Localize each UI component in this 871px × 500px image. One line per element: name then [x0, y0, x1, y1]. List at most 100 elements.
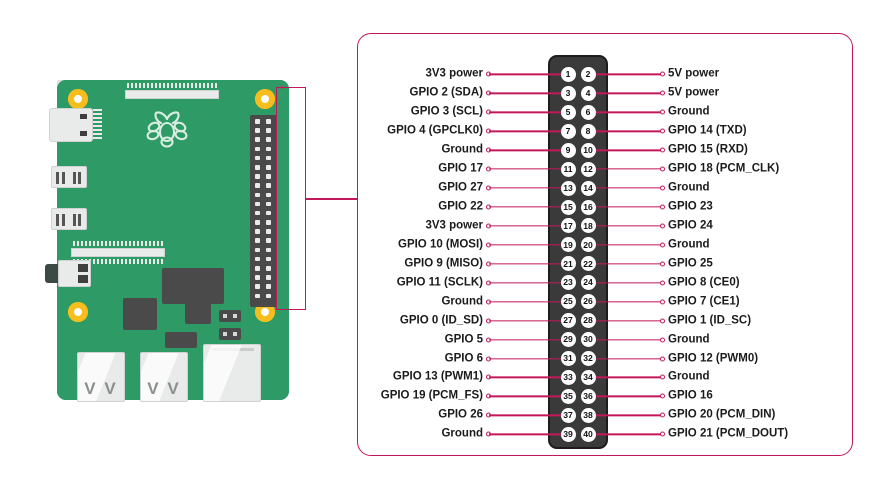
- pin-label-right: GPIO 18 (PCM_CLK): [668, 162, 780, 175]
- pin-number-pair: 27 28: [548, 311, 608, 330]
- pin-number-pair: 25 26: [548, 292, 608, 311]
- board-gpio-pad: [255, 293, 260, 299]
- pin-label-right: GPIO 1 (ID_SC): [668, 313, 752, 326]
- pin-number-badge-right: 4: [580, 85, 596, 101]
- pin-number-badge-left: 23: [560, 275, 576, 291]
- callout-connector-line: [305, 198, 360, 200]
- pin-label-right: Ground: [668, 332, 710, 345]
- pin-label-left: GPIO 9 (MISO): [404, 257, 483, 270]
- pin-number-badge-left: 7: [560, 123, 576, 139]
- pin-number-pair: 17 18: [548, 217, 608, 236]
- pin-label-left: GPIO 2 (SDA): [409, 86, 483, 99]
- pin-number-badge-right: 14: [580, 180, 596, 196]
- pin-label-right: GPIO 23: [668, 200, 713, 213]
- dsi-ribbon-pads: [127, 83, 217, 88]
- pin-label-left: 3V3 power: [425, 67, 483, 80]
- pin-number-badge-right: 16: [580, 199, 596, 215]
- board-gpio-pad: [266, 119, 271, 124]
- pin-label-right: GPIO 20 (PCM_DIN): [668, 408, 776, 421]
- pin-label-left: Ground: [441, 427, 483, 440]
- board-gpio-header-column-2: [266, 119, 271, 299]
- pin-number-pair: 31 32: [548, 349, 608, 368]
- mount-hole-bottom-left: [68, 302, 88, 322]
- pin-label-left: 3V3 power: [425, 219, 483, 232]
- pin-number-pair: 23 24: [548, 273, 608, 292]
- pin-number-pair: 13 14: [548, 179, 608, 198]
- pin-number-badge-right: 18: [580, 218, 596, 234]
- pin-label-left: GPIO 19 (PCM_FS): [380, 389, 483, 402]
- pin-number-pair: 29 30: [548, 330, 608, 349]
- pin-terminal-ring-right: [660, 223, 665, 229]
- usb-port-pair-1: V V: [77, 352, 125, 402]
- poe-header-row-top: [219, 310, 241, 322]
- ethernet-port-sheen: [204, 345, 244, 401]
- board-gpio-pad: [266, 256, 271, 262]
- pin-number-pair: 33 34: [548, 368, 608, 387]
- pin-number-badge-right: 40: [580, 426, 596, 442]
- pin-number-badge-left: 25: [560, 294, 576, 310]
- csi-connector: [71, 248, 165, 257]
- pin-label-left: GPIO 27: [438, 181, 483, 194]
- pin-number-badge-left: 1: [560, 66, 576, 82]
- pin-number-pair: 11 12: [548, 160, 608, 179]
- av-audio-jack: [45, 260, 91, 287]
- pin-label-right: 5V power: [668, 67, 720, 80]
- board-gpio-pad: [266, 284, 271, 289]
- usb-port-glyph-2: V V: [147, 379, 181, 398]
- micro-hdmi-port-0: [51, 166, 87, 188]
- pin-terminal-ring-right: [660, 393, 665, 399]
- pin-number-badge-right: 32: [580, 351, 596, 367]
- pin-number-badge-left: 31: [560, 351, 576, 367]
- pin-label-left: GPIO 4 (GPCLK0): [387, 124, 483, 137]
- board-gpio-pad: [255, 256, 260, 262]
- pin-label-right: GPIO 25: [668, 257, 713, 270]
- pin-terminal-ring-right: [660, 242, 665, 248]
- micro-hdmi-glyph-0: [56, 172, 82, 184]
- pin-number-pair: 39 40: [548, 425, 608, 444]
- pin-terminal-ring-right: [660, 109, 665, 115]
- pin-number-badge-right: 6: [580, 104, 596, 120]
- wireless-module-chip: [185, 298, 211, 324]
- pin-label-right: GPIO 21 (PCM_DOUT): [668, 427, 789, 440]
- pin-label-right: Ground: [668, 370, 710, 383]
- board-gpio-pad: [255, 210, 260, 216]
- pin-label-right: Ground: [668, 181, 710, 194]
- board-gpio-pad: [255, 229, 260, 234]
- board-gpio-pad: [266, 164, 271, 170]
- board-gpio-pad: [266, 293, 271, 299]
- pin-terminal-ring-right: [660, 90, 665, 96]
- board-gpio-pad: [266, 155, 271, 161]
- board-gpio-pad: [255, 266, 260, 271]
- pin-number-badge-right: 10: [580, 142, 596, 158]
- pin-label-right: GPIO 7 (CE1): [668, 294, 740, 307]
- board-gpio-pad: [266, 183, 271, 188]
- pin-number-pair: 35 36: [548, 387, 608, 406]
- ethernet-port: [203, 344, 261, 402]
- pin-label-right: Ground: [668, 238, 710, 251]
- pin-number-badge-right: 20: [580, 237, 596, 253]
- pin-terminal-ring-right: [660, 318, 665, 324]
- pin-terminal-ring-right: [660, 128, 665, 134]
- board-gpio-pad: [266, 201, 271, 207]
- mount-hole-top-left: [68, 89, 88, 109]
- pin-number-pair: 15 16: [548, 198, 608, 217]
- av-jack-body: [58, 260, 91, 287]
- pin-label-left: GPIO 6: [444, 351, 483, 364]
- board-gpio-pad: [266, 210, 271, 216]
- board-gpio-header: [250, 115, 277, 307]
- pin-number-badge-left: 9: [560, 142, 576, 158]
- power-management-chip: [123, 298, 157, 330]
- pin-terminal-ring-right: [660, 147, 665, 153]
- pin-label-left: GPIO 11 (SCLK): [396, 276, 483, 289]
- pin-number-badge-left: 19: [560, 237, 576, 253]
- board-gpio-pad: [266, 137, 271, 142]
- mount-hole-top-right: [255, 89, 275, 109]
- pin-label-left: Ground: [441, 143, 483, 156]
- board-gpio-pad: [266, 192, 271, 198]
- pin-number-badge-left: 5: [560, 104, 576, 120]
- small-chip: [165, 332, 197, 348]
- raspberry-pi-board: V V V V: [45, 80, 289, 402]
- micro-hdmi-port-1: [51, 208, 87, 230]
- board-gpio-pad: [255, 128, 260, 133]
- pin-number-badge-right: 36: [580, 388, 596, 404]
